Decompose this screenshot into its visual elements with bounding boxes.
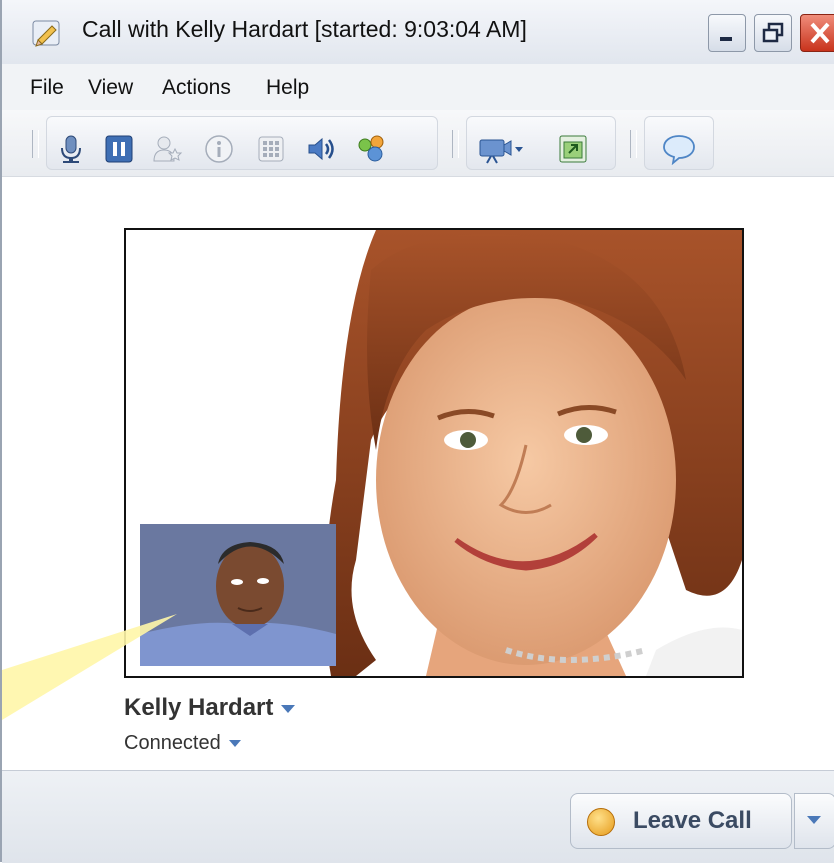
chevron-down-icon[interactable] <box>228 740 241 748</box>
call-window: Call with Kelly Hardart [started: 9:03:0… <box>0 0 834 863</box>
remote-video <box>124 228 744 678</box>
toolbar-grip[interactable] <box>452 130 459 158</box>
dialpad-icon[interactable] <box>255 133 287 165</box>
chevron-down-icon[interactable] <box>281 704 296 713</box>
window-title: Call with Kelly Hardart [started: 9:03:0… <box>82 16 527 42</box>
close-icon <box>810 22 830 44</box>
chevron-down-icon <box>807 816 821 824</box>
leave-call-icon <box>587 808 615 836</box>
menu-file[interactable]: File <box>30 76 64 100</box>
minimize-icon <box>720 37 732 41</box>
footer-bar: Leave Call <box>2 770 834 863</box>
leave-call-label: Leave Call <box>633 807 752 834</box>
share-window-icon[interactable] <box>557 133 589 165</box>
callout-pointer <box>2 614 177 720</box>
speaker-icon[interactable] <box>305 133 337 165</box>
toolbar-grip[interactable] <box>630 130 637 158</box>
pencil-icon <box>32 20 60 47</box>
microphone-icon[interactable] <box>55 133 87 165</box>
call-controls-group <box>46 116 438 170</box>
menu-view[interactable]: View <box>88 76 133 100</box>
menu-bar: File View Actions Help <box>2 64 834 111</box>
close-button[interactable] <box>800 14 834 52</box>
video-camera-icon[interactable] <box>477 133 525 165</box>
toolbar-grip[interactable] <box>32 130 39 158</box>
minimize-button[interactable] <box>708 14 746 52</box>
chat-icon[interactable] <box>661 133 697 165</box>
add-person-icon[interactable] <box>151 133 183 165</box>
title-bar[interactable]: Call with Kelly Hardart [started: 9:03:0… <box>2 0 834 65</box>
menu-actions[interactable]: Actions <box>162 76 231 100</box>
toolbar <box>2 110 834 177</box>
chat-group <box>644 116 714 170</box>
restore-button[interactable] <box>754 14 792 52</box>
leave-call-button[interactable]: Leave Call <box>570 793 792 849</box>
restore-icon <box>762 22 784 43</box>
call-status-label: Connected <box>124 732 221 754</box>
video-controls-group <box>466 116 616 170</box>
info-icon[interactable] <box>203 133 235 165</box>
menu-help[interactable]: Help <box>266 76 309 100</box>
pause-icon[interactable] <box>103 133 135 165</box>
participants-icon[interactable] <box>355 133 387 165</box>
call-status[interactable]: Connected <box>124 732 241 755</box>
leave-call-options-button[interactable] <box>794 793 834 849</box>
